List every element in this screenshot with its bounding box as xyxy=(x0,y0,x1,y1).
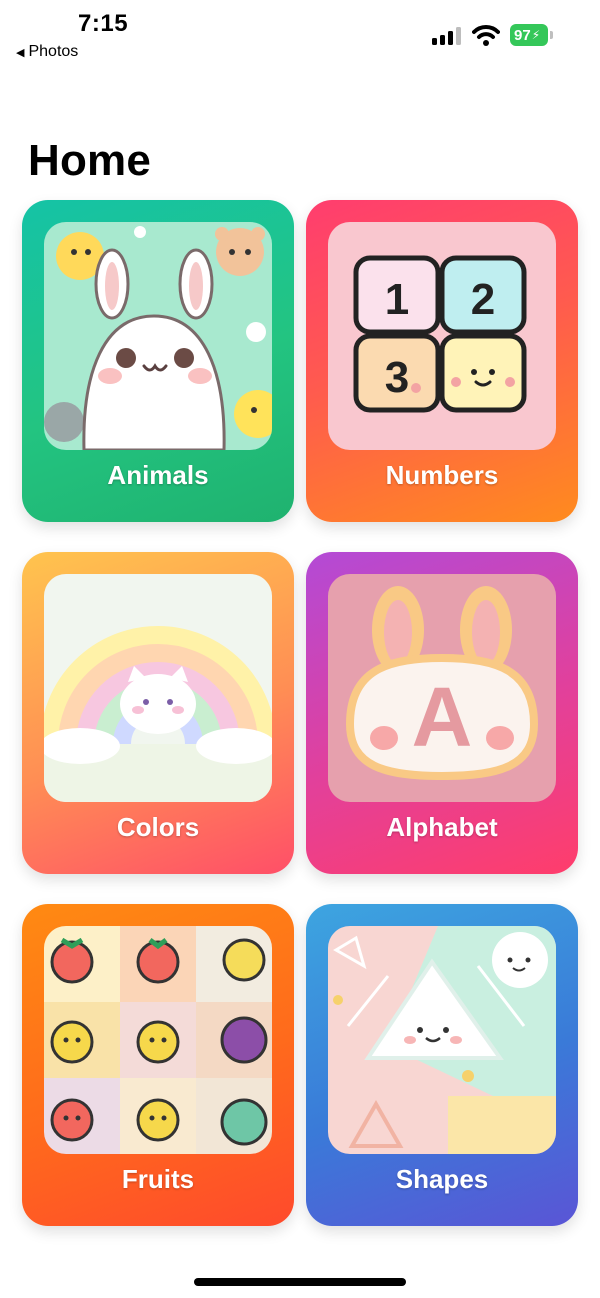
battery-indicator: 97 ⚡ xyxy=(510,24,554,46)
category-card-colors[interactable]: Colors xyxy=(22,552,294,874)
category-card-fruits[interactable]: Fruits xyxy=(22,904,294,1226)
alphabet-illustration: A xyxy=(328,574,556,802)
numbers-illustration: 1 2 3 xyxy=(328,222,556,450)
alphabet-letter: A xyxy=(412,670,473,764)
category-label: Shapes xyxy=(395,1164,489,1194)
colors-illustration xyxy=(44,574,272,802)
category-card-animals[interactable]: Animals xyxy=(22,200,294,522)
category-card-numbers[interactable]: 1 2 3 Numbers xyxy=(306,200,578,522)
back-to-photos-link[interactable]: ◀ Photos xyxy=(16,43,78,61)
category-grid: Animals 1 2 3 Numbers Colors A Alphabet … xyxy=(22,200,578,1230)
category-label: Fruits xyxy=(121,1164,195,1194)
category-label: Colors xyxy=(116,812,200,842)
page-title: Home xyxy=(28,136,152,185)
category-card-shapes[interactable]: Shapes xyxy=(306,904,578,1226)
battery-level: 97 xyxy=(514,26,531,44)
home-indicator[interactable] xyxy=(194,1278,406,1286)
category-label: Animals xyxy=(107,460,209,490)
status-bar: 7:15 ◀ Photos 97 ⚡ xyxy=(0,0,600,70)
status-time: 7:15 xyxy=(78,10,129,37)
category-card-alphabet[interactable]: A Alphabet xyxy=(306,552,578,874)
category-label: Alphabet xyxy=(386,812,498,842)
fruits-illustration xyxy=(44,926,272,1154)
category-label: Numbers xyxy=(385,460,499,490)
number-tile-3: 3 xyxy=(385,353,409,402)
back-label: Photos xyxy=(28,43,79,60)
back-arrow-icon: ◀ xyxy=(16,46,25,59)
animals-illustration xyxy=(44,222,272,450)
number-tile-1: 1 xyxy=(385,275,409,324)
number-tile-2: 2 xyxy=(471,275,495,324)
shapes-illustration xyxy=(328,926,556,1154)
cellular-signal-icon xyxy=(432,27,461,45)
wifi-icon xyxy=(472,25,500,46)
